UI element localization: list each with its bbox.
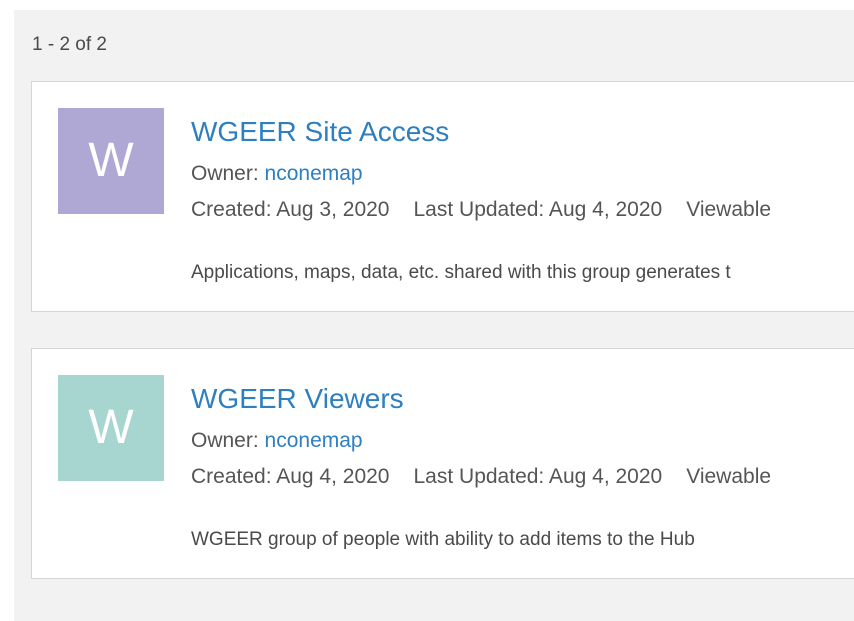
owner-link[interactable]: nconemap [265,162,363,185]
group-card: W WGEER Viewers Owner: nconemap Created:… [31,348,854,579]
owner-label: Owner: [191,429,265,452]
last-updated-date: Last Updated: Aug 4, 2020 [413,198,663,221]
access-level: Viewable [686,465,772,488]
group-owner-line: Owner: nconemap [191,429,363,453]
group-description: Applications, maps, data, etc. shared wi… [191,262,731,283]
results-count: 1 - 2 of 2 [32,34,107,55]
group-meta-line: Created: Aug 4, 2020 Last Updated: Aug 4,… [191,465,771,489]
thumbnail-letter: W [88,401,134,454]
group-title-link[interactable]: WGEER Viewers [191,383,404,415]
group-card: W WGEER Site Access Owner: nconemap Crea… [31,81,854,312]
group-thumbnail[interactable]: W [58,375,164,481]
results-panel: 1 - 2 of 2 W WGEER Site Access Owner: nc… [14,10,854,621]
last-updated-date: Last Updated: Aug 4, 2020 [413,465,663,488]
thumbnail-letter: W [88,134,134,187]
created-date: Created: Aug 4, 2020 [191,465,390,488]
page: 1 - 2 of 2 W WGEER Site Access Owner: nc… [0,0,854,621]
access-level: Viewable [686,198,772,221]
group-meta-line: Created: Aug 3, 2020 Last Updated: Aug 4,… [191,198,771,222]
group-description: WGEER group of people with ability to ad… [191,529,695,550]
group-title-link[interactable]: WGEER Site Access [191,116,449,148]
group-owner-line: Owner: nconemap [191,162,363,186]
created-date: Created: Aug 3, 2020 [191,198,390,221]
owner-label: Owner: [191,162,265,185]
owner-link[interactable]: nconemap [265,429,363,452]
group-thumbnail[interactable]: W [58,108,164,214]
